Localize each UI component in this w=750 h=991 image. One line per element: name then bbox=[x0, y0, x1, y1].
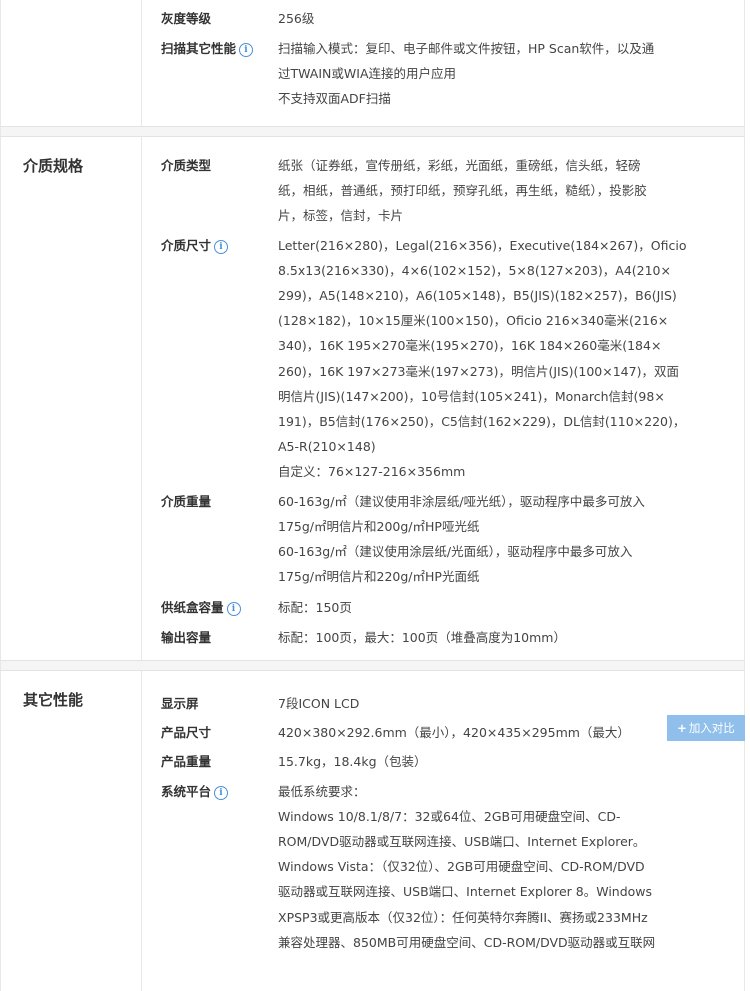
spec-row-tray-capacity: 供纸盒容量 i 标配：150页 bbox=[142, 595, 744, 620]
plus-icon: + bbox=[677, 721, 687, 735]
spec-value: 最低系统要求： Windows 10/8.1/8/7：32或64位、2GB可用硬… bbox=[278, 783, 656, 950]
spec-value: 标配：150页 bbox=[278, 600, 352, 616]
spec-label: 产品尺寸 bbox=[161, 725, 212, 741]
section-title: 介质规格 bbox=[23, 157, 84, 175]
spec-row-display: 显示屏 7段ICON LCD bbox=[142, 691, 744, 716]
spec-value: 15.7kg，18.4kg（包装） bbox=[278, 754, 427, 770]
spec-label: 产品重量 bbox=[161, 754, 212, 770]
section-media: 介质规格 介质类型 纸张（证券纸，宣传册纸，彩纸，光面纸，重磅纸，信头纸，轻磅 … bbox=[0, 137, 745, 660]
section-other: 其它性能 显示屏 7段ICON LCD 产品尺寸 420×380×292.6mm… bbox=[0, 671, 745, 991]
compare-button-label: 加入对比 bbox=[688, 721, 735, 735]
spec-row-weight: 产品重量 15.7kg，18.4kg（包装） bbox=[142, 749, 744, 774]
info-icon[interactable]: i bbox=[239, 43, 254, 57]
section-side bbox=[1, 0, 142, 126]
info-icon[interactable]: i bbox=[226, 602, 241, 617]
spec-label: 显示屏 bbox=[161, 696, 199, 711]
spec-label: 系统平台 i bbox=[142, 779, 278, 955]
info-icon[interactable]: i bbox=[214, 785, 229, 800]
spec-label: 供纸盒容量 i bbox=[142, 595, 278, 620]
spec-value: 7段ICON LCD bbox=[278, 696, 360, 711]
spec-value: 60-163g/㎡（建议使用非涂层纸/哑光纸），驱动程序中最多可放入 175g/… bbox=[278, 493, 645, 585]
spec-label: 灰度等级 bbox=[161, 11, 212, 26]
spec-table: 灰度等级 256级 扫描其它性能 i 扫描输入模式：复印、电子邮件或文件按钮，HP… bbox=[0, 0, 745, 991]
section-gap bbox=[0, 127, 745, 136]
spec-row-system-platform: 系统平台 i 最低系统要求： Windows 10/8.1/8/7：32或64位、… bbox=[142, 779, 744, 955]
spec-value: 标配：100页，最大：100页（堆叠高度为10mm） bbox=[278, 629, 566, 645]
spec-label: 扫描其它性能 i bbox=[142, 36, 278, 112]
spec-row-media-size: 介质尺寸 i Letter(216×280)，Legal(216×356)，Exe… bbox=[142, 233, 744, 485]
add-to-compare-button[interactable]: + 加入对比 bbox=[667, 715, 745, 741]
spec-label: 介质尺寸 i bbox=[142, 233, 278, 485]
section-side: 介质规格 bbox=[1, 137, 142, 660]
spec-row-dimensions: 产品尺寸 420×380×292.6mm（最小），420×435×295mm（最… bbox=[142, 720, 744, 745]
section-scan: 灰度等级 256级 扫描其它性能 i 扫描输入模式：复印、电子邮件或文件按钮，HP… bbox=[0, 0, 745, 126]
spec-label: 介质重量 bbox=[161, 493, 212, 509]
spec-value: 扫描输入模式：复印、电子邮件或文件按钮，HP Scan软件，以及通 过TWAIN… bbox=[278, 41, 655, 107]
spec-row-media-type: 介质类型 纸张（证券纸，宣传册纸，彩纸，光面纸，重磅纸，信头纸，轻磅 纸，相纸，… bbox=[142, 153, 744, 229]
spec-row-scan-other: 扫描其它性能 i 扫描输入模式：复印、电子邮件或文件按钮，HP Scan软件，以及… bbox=[142, 36, 744, 112]
section-side: 其它性能 bbox=[1, 671, 142, 991]
spec-label: 输出容量 bbox=[161, 629, 212, 645]
info-icon[interactable]: i bbox=[214, 239, 229, 254]
section-gap bbox=[0, 661, 745, 670]
spec-label: 介质类型 bbox=[161, 158, 212, 173]
spec-row-gray-levels: 灰度等级 256级 bbox=[142, 6, 744, 32]
spec-value: Letter(216×280)，Legal(216×356)，Executive… bbox=[278, 237, 687, 480]
section-title: 其它性能 bbox=[23, 691, 84, 709]
spec-value: 420×380×292.6mm（最小），420×435×295mm（最大） bbox=[278, 725, 630, 741]
spec-value: 256级 bbox=[278, 11, 315, 26]
spec-row-output-capacity: 输出容量 标配：100页，最大：100页（堆叠高度为10mm） bbox=[142, 625, 744, 650]
spec-value: 纸张（证券纸，宣传册纸，彩纸，光面纸，重磅纸，信头纸，轻磅 纸，相纸，普通纸，预… bbox=[278, 158, 647, 224]
spec-row-media-weight: 介质重量 60-163g/㎡（建议使用非涂层纸/哑光纸），驱动程序中最多可放入 … bbox=[142, 489, 744, 590]
